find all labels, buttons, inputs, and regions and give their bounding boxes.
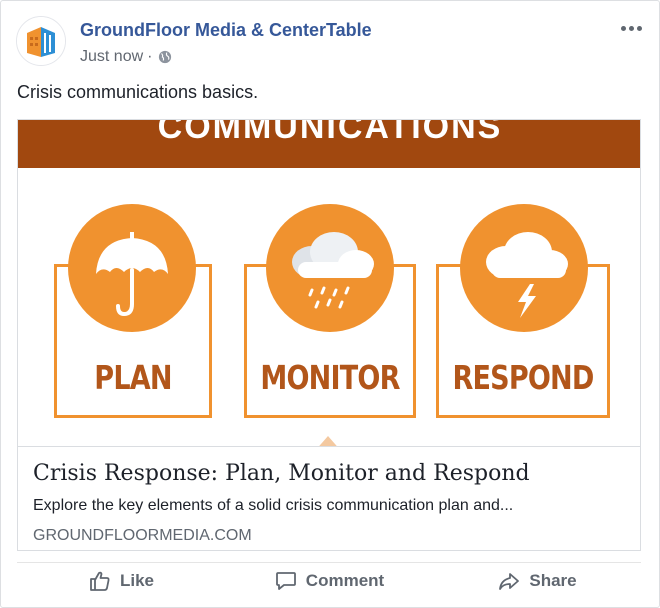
post-message: Crisis communications basics. bbox=[17, 82, 259, 102]
link-description: Explore the key elements of a solid cris… bbox=[33, 497, 514, 514]
post-meta: Just now · bbox=[80, 48, 172, 66]
comment-label: Comment bbox=[305, 571, 385, 590]
meta-separator: · bbox=[147, 48, 153, 65]
link-domain: GROUNDFLOORMEDIA.COM bbox=[33, 527, 252, 544]
link-title[interactable]: Crisis Response: Plan, Monitor and Respo… bbox=[33, 461, 530, 486]
respond-circle bbox=[460, 204, 588, 332]
banner-text: COMMUNICATIONS bbox=[157, 120, 503, 146]
share-icon bbox=[499, 573, 520, 590]
share-button[interactable]: Share bbox=[433, 563, 641, 599]
umbrella-icon bbox=[96, 232, 168, 317]
page-name-link[interactable]: GroundFloor Media & CenterTable bbox=[80, 20, 372, 41]
link-preview-card[interactable]: COMMUNICATIONS PLAN MONITOR RESPOND Cris… bbox=[17, 119, 641, 551]
like-label: Like bbox=[119, 571, 155, 590]
dot-icon bbox=[628, 25, 634, 31]
rain-cloud-icon bbox=[292, 232, 374, 309]
globe-icon[interactable] bbox=[158, 50, 172, 64]
dot-icon bbox=[620, 25, 626, 31]
plan-circle bbox=[68, 204, 196, 332]
dot-icon bbox=[636, 25, 642, 31]
link-preview-text[interactable]: Crisis Response: Plan, Monitor and Respo… bbox=[18, 446, 640, 550]
step-label-respond: RESPOND bbox=[452, 358, 594, 397]
page-avatar[interactable] bbox=[16, 16, 66, 66]
comment-button[interactable]: Comment bbox=[225, 563, 433, 599]
step-label-plan: PLAN bbox=[94, 358, 172, 397]
comment-icon bbox=[275, 572, 296, 590]
share-label: Share bbox=[529, 571, 577, 590]
chevron-decoration bbox=[314, 436, 342, 446]
monitor-circle bbox=[266, 204, 394, 332]
building-logo-icon bbox=[17, 17, 65, 65]
post-card: GroundFloor Media & CenterTable Just now… bbox=[0, 0, 660, 608]
action-bar: Like Comment Share bbox=[17, 562, 641, 599]
link-preview-image[interactable]: COMMUNICATIONS PLAN MONITOR RESPOND bbox=[18, 120, 640, 446]
step-label-monitor: MONITOR bbox=[260, 358, 400, 397]
like-button[interactable]: Like bbox=[17, 563, 225, 599]
post-timestamp[interactable]: Just now bbox=[80, 48, 143, 66]
thumbs-up-icon bbox=[90, 571, 110, 591]
post-options-button[interactable] bbox=[617, 18, 645, 38]
storm-cloud-icon bbox=[486, 232, 568, 318]
image-banner: COMMUNICATIONS bbox=[18, 120, 640, 168]
